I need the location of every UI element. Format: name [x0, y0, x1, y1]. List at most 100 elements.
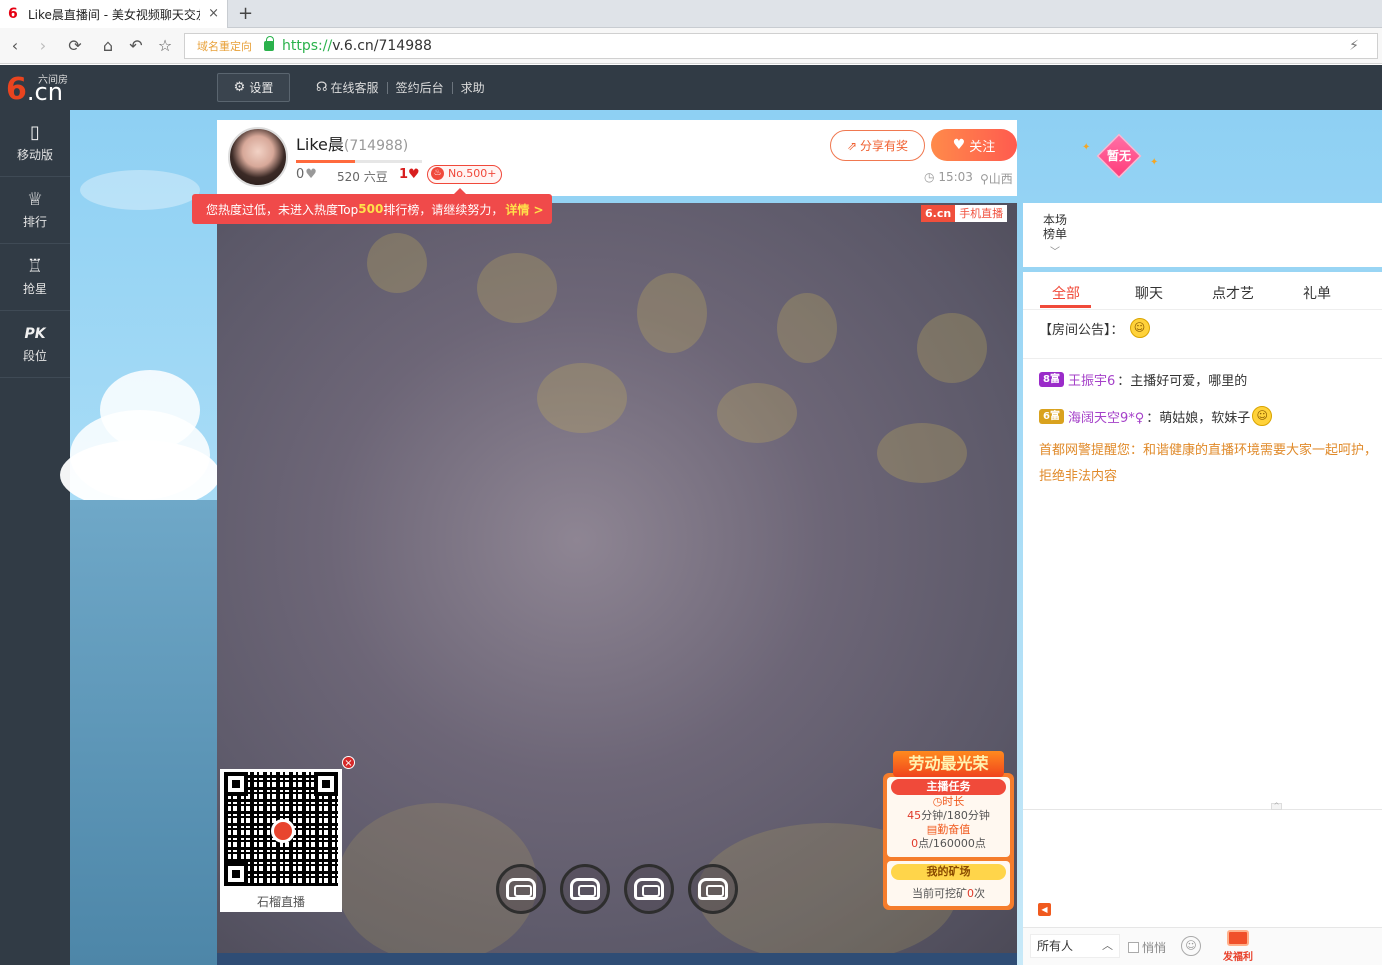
tab-all[interactable]: 全部: [1052, 283, 1080, 303]
back-icon[interactable]: ‹: [6, 37, 24, 55]
home-icon[interactable]: ⌂: [99, 37, 117, 55]
bokeh-light: [917, 313, 987, 383]
lightning-icon[interactable]: ⚡: [1349, 38, 1359, 54]
sofa-seat[interactable]: [624, 864, 674, 914]
app-logo-icon: [271, 819, 295, 843]
qr-code: [224, 772, 338, 886]
announcement-label: 【房间公告】：: [1039, 322, 1124, 338]
tab-gifts[interactable]: 礼单: [1303, 283, 1331, 303]
url-scheme: https://: [282, 38, 333, 54]
mine-count: 0: [967, 887, 974, 900]
chat-text: ：萌姑娘，软妹子: [1146, 410, 1251, 426]
tab-close-icon[interactable]: ×: [208, 6, 219, 21]
chat-username[interactable]: 海阔天空9*♀: [1068, 407, 1144, 426]
whisper-checkbox[interactable]: 悄悄: [1128, 939, 1166, 956]
settings-button[interactable]: ⚙ 设置: [217, 73, 290, 102]
sofa-seat[interactable]: [688, 864, 738, 914]
mobile-live-tag: 6.cn 手机直播: [921, 205, 1008, 222]
sidebar-item-label: 排行: [22, 215, 47, 229]
collapse-up-icon[interactable]: ^: [1271, 803, 1282, 810]
sparkle-icon: ✦: [1150, 157, 1159, 168]
qr-label: 石榴直播: [256, 895, 305, 909]
pk-icon: PK: [24, 326, 46, 342]
chat-username[interactable]: 王振宇6: [1068, 370, 1115, 389]
tab-chat[interactable]: 聊天: [1135, 283, 1163, 303]
diligence-label: ▤勤奋值: [887, 823, 1010, 837]
checkbox[interactable]: [1128, 942, 1139, 953]
heat-tip-detail-link[interactable]: 详情 >: [505, 201, 543, 218]
fame-progress-bar: [296, 160, 422, 163]
anchor-name[interactable]: Like晨(714988): [296, 131, 408, 155]
welfare-button[interactable]: 发福利: [1218, 930, 1258, 965]
sidebar-item-pk[interactable]: PK 段位: [0, 311, 70, 378]
bookmark-star-icon[interactable]: ☆: [156, 37, 174, 55]
cloud: [100, 370, 200, 450]
live-time-text: 15:03: [938, 170, 973, 184]
sidebar-item-ranking[interactable]: ♕ 排行: [0, 177, 70, 244]
site-logo[interactable]: 6 .cn 六间房: [0, 65, 70, 110]
rank-panel-label[interactable]: 本场榜单: [1043, 213, 1069, 241]
speaker-icon[interactable]: ◀: [1038, 903, 1051, 916]
header-link-sign[interactable]: 签约后台: [396, 79, 444, 96]
heat-tooltip: 您热度过低，未进入热度Top 500 排行榜，请继续努力， 详情 >: [192, 188, 552, 224]
task-heading: 主播任务: [891, 779, 1006, 795]
bokeh-light: [877, 423, 967, 483]
sidebar-item-label: 移动版: [16, 148, 53, 162]
headset-icon: ☊: [316, 80, 328, 95]
whisper-label: 悄悄: [1142, 941, 1167, 955]
header-link-service[interactable]: 在线客服: [331, 79, 379, 96]
sidebar-item-mobile[interactable]: ▯ 移动版: [0, 110, 70, 177]
mine-section[interactable]: 我的矿场 当前可挖矿0次: [887, 861, 1010, 906]
qr-finder: [314, 772, 338, 796]
task-banner: 劳动最光荣: [883, 745, 1014, 781]
active-tab-indicator: [1040, 305, 1091, 308]
task-section: 主播任务 ◷时长 45分钟/180分钟 ▤勤奋值 0点/160000点: [887, 777, 1010, 857]
duration-label: ◷时长: [887, 795, 1010, 809]
follow-button[interactable]: ♥ 关注: [931, 129, 1017, 161]
video-bottom-bar: [217, 953, 1017, 965]
sofa-seat[interactable]: [496, 864, 546, 914]
chat-message: 6富 海阔天空9*♀ ：萌姑娘，软妹子 ☺: [1039, 406, 1273, 426]
qr-close-icon[interactable]: ×: [342, 756, 355, 769]
url-input[interactable]: 域名重定向 https:// v.6.cn/714988 ⚡: [184, 33, 1378, 59]
location-text: 山西: [988, 172, 1013, 186]
tab-talent[interactable]: 点才艺: [1212, 283, 1254, 303]
smile-icon[interactable]: ☺: [1181, 936, 1201, 956]
forward-icon[interactable]: ›: [34, 37, 52, 55]
chevron-down-icon[interactable]: ﹀: [1050, 243, 1060, 258]
divider: [386, 81, 388, 94]
anchor-task-widget[interactable]: 主播任务 ◷时长 45分钟/180分钟 ▤勤奋值 0点/160000点 我的矿场…: [883, 745, 1014, 910]
share-button[interactable]: ⇗ 分享有奖: [830, 130, 925, 161]
sofa-icon: [698, 878, 728, 900]
reload-icon[interactable]: ⟳: [66, 37, 84, 55]
header-link-help[interactable]: 求助: [461, 79, 485, 96]
flame-icon: ♨: [431, 167, 444, 180]
qr-code-panel: 石榴直播: [220, 769, 342, 912]
gear-icon: ⚙: [233, 80, 246, 95]
heat-rank-badge[interactable]: ♨ No.500+: [427, 165, 503, 184]
guard-badge[interactable]: 暂无: [1093, 133, 1145, 179]
new-tab-button[interactable]: +: [238, 3, 253, 24]
crown-icon: ♕: [26, 189, 44, 210]
anchor-id: (714988): [343, 138, 409, 154]
sidebar-item-grab-star[interactable]: ♖ 抢星: [0, 244, 70, 311]
qr-finder: [224, 772, 248, 796]
logo-subtitle: 六间房: [38, 75, 68, 86]
level-number: 1: [399, 167, 409, 182]
avatar[interactable]: [228, 127, 288, 187]
mine-prefix: 当前可挖矿: [912, 887, 967, 900]
diligence-title: 勤奋值: [937, 823, 971, 836]
url-path: v.6.cn/714988: [332, 38, 432, 54]
chevron-up-icon: ︿: [1102, 939, 1113, 952]
sidebar-item-label: 抢星: [22, 282, 47, 296]
love-emoji-icon: ☺: [1252, 406, 1273, 426]
hearts-stat: 0 ♥: [296, 167, 317, 182]
recipient-value: 所有人: [1037, 939, 1074, 953]
browser-tab[interactable]: 6 Like晨直播间 - 美女视频聊天交友 ×: [0, 0, 228, 28]
settings-label: 设置: [249, 81, 274, 95]
undo-icon[interactable]: ↶: [127, 37, 145, 55]
recipient-select[interactable]: 所有人 ︿: [1030, 934, 1120, 958]
duration-title: 时长: [942, 795, 965, 808]
sofa-seat[interactable]: [560, 864, 610, 914]
diligence-value: 0点/160000点: [887, 837, 1010, 851]
